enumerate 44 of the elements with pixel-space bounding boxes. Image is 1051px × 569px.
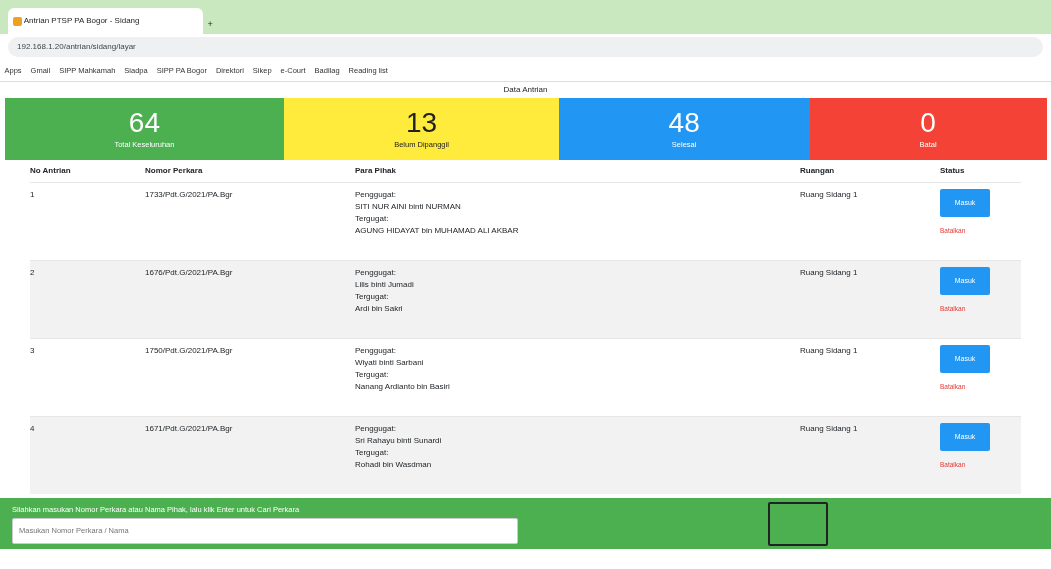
stat-value: 48 <box>668 108 700 139</box>
table-cell: Ruang Sidang 1 <box>800 346 858 356</box>
party-text: AGUNG HIDAYAT bin MUHAMAD ALI AKBAR <box>355 226 519 236</box>
table-cell: Ruang Sidang 1 <box>800 424 858 434</box>
stat-value: 64 <box>128 108 160 139</box>
table-cell: 1 <box>30 190 35 200</box>
new-tab-button[interactable]: + <box>207 18 213 34</box>
stat-value: 0 <box>920 108 936 139</box>
party-text: Penggugat: <box>355 346 396 356</box>
party-text: Penggugat: <box>355 424 396 434</box>
stat-value: 13 <box>405 108 438 139</box>
party-text: Tergugat: <box>355 292 389 302</box>
table-cell: 1733/Pdt.G/2021/PA.Bgr <box>145 190 233 200</box>
party-text: Sri Rahayu binti Sunardi <box>355 436 442 446</box>
table-cell: 3 <box>30 346 35 356</box>
tab-title: Antrian PTSP PA Bogor - Sidang <box>23 15 141 27</box>
party-text: Wiyati binti Sarbani <box>355 358 424 368</box>
search-button[interactable] <box>768 501 828 546</box>
column-header: No Antrian <box>30 166 71 176</box>
party-text: Penggugat: <box>355 190 396 200</box>
table-cell: 1671/Pdt.G/2021/PA.Bgr <box>145 424 233 434</box>
favicon-icon <box>12 16 22 26</box>
table-cell: Ruang Sidang 1 <box>800 268 858 278</box>
page-title: Data Antrian <box>502 84 549 97</box>
party-text: Lilis binti Jumadi <box>355 280 414 290</box>
party-text: Tergugat: <box>355 214 389 224</box>
party-text: Penggugat: <box>355 268 396 278</box>
party-text: Rohadi bin Wasdman <box>355 460 432 470</box>
table-cell: 1676/Pdt.G/2021/PA.Bgr <box>145 268 233 278</box>
party-text: Nanang Ardianto bin Basiri <box>355 382 450 392</box>
table-cell: 2 <box>30 268 35 278</box>
address-field[interactable]: 192.168.1.20/antrian/sidang/layar <box>8 37 1043 57</box>
column-header: Nomor Perkara <box>145 166 203 176</box>
party-text: Tergugat: <box>355 448 389 458</box>
browser-tab[interactable]: Antrian PTSP PA Bogor - Sidang <box>8 8 203 34</box>
column-header: Para Pihak <box>355 166 396 176</box>
party-text: Ardi bin Sakri <box>355 304 403 314</box>
column-header: Ruangan <box>800 166 835 176</box>
table-cell: Ruang Sidang 1 <box>800 190 858 200</box>
table-cell: 1750/Pdt.G/2021/PA.Bgr <box>145 346 233 356</box>
party-text: Tergugat: <box>355 370 389 380</box>
table-cell: 4 <box>30 424 35 434</box>
column-header: Status <box>940 166 965 176</box>
party-text: SITI NUR AINI binti NURMAN <box>355 202 461 212</box>
